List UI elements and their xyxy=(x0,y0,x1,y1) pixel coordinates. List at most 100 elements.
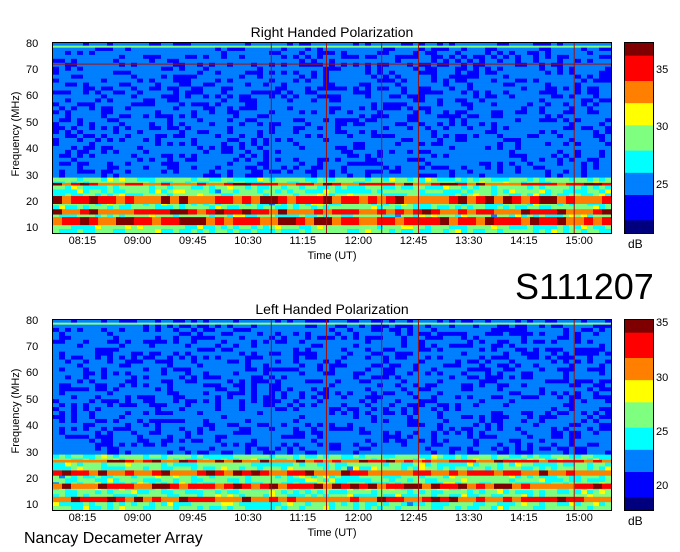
spectrogram-cell xyxy=(89,173,96,178)
spectrogram-cell xyxy=(101,173,108,178)
spectrogram-cell xyxy=(395,118,402,123)
emission-band-segment xyxy=(476,209,486,215)
spectrogram-cell xyxy=(281,94,288,99)
emission-band-segment xyxy=(467,217,477,226)
spectrogram-cell xyxy=(95,114,102,119)
spectrogram-cell xyxy=(257,138,264,143)
spectrogram-cell xyxy=(95,157,102,163)
spectrogram-cell xyxy=(575,62,582,68)
spectrogram-cell xyxy=(179,106,186,111)
spectrogram-cell xyxy=(53,122,60,127)
spectrogram-cell xyxy=(389,189,396,194)
spectrogram-cell xyxy=(269,169,276,174)
spectrogram-cell xyxy=(605,138,611,143)
spectrogram-cell xyxy=(293,141,300,147)
spectrogram-cell xyxy=(125,153,132,159)
spectrogram-cell xyxy=(473,141,480,147)
spectrogram-cell xyxy=(605,205,611,210)
spectrogram-cell xyxy=(95,70,102,75)
spectrogram-cell xyxy=(197,82,204,87)
spectrogram-cell xyxy=(305,106,312,111)
spectrogram-cell xyxy=(497,98,504,103)
spectrogram-cell xyxy=(599,62,606,68)
spectrogram-cell xyxy=(131,82,138,87)
spectrogram-cell xyxy=(275,149,282,155)
spectrogram-cell xyxy=(449,98,456,103)
spectrogram-cell xyxy=(503,177,510,182)
spectrogram-cell xyxy=(353,66,360,72)
emission-band-segment xyxy=(242,217,252,226)
emission-band-segment xyxy=(539,182,549,186)
spectrogram-cell xyxy=(263,169,270,174)
spectrogram-cell xyxy=(335,145,342,151)
emission-band-segment xyxy=(548,217,558,226)
spectrogram-cell xyxy=(119,130,126,135)
spectrogram-cell xyxy=(101,126,108,131)
spectrogram-cell xyxy=(275,189,282,194)
spectrogram-cell xyxy=(83,122,90,127)
spectrogram-cell xyxy=(551,229,558,233)
emission-band-segment xyxy=(152,196,162,204)
spectrogram-cell xyxy=(71,62,78,68)
spectrogram-cell xyxy=(131,70,138,75)
spectrogram-cell xyxy=(137,122,144,127)
spectrogram-cell xyxy=(317,157,324,163)
spectrogram-cell xyxy=(575,114,582,119)
spectrogram-cell xyxy=(497,50,504,56)
spectrogram-cell xyxy=(269,66,276,72)
spectrogram-cell xyxy=(305,134,312,139)
spectrogram-cell xyxy=(239,189,246,194)
emission-band-segment xyxy=(206,209,216,215)
spectrogram-cell xyxy=(425,141,432,147)
spectrogram-cell xyxy=(215,177,222,182)
spectrogram-cell xyxy=(533,161,540,167)
spectrogram-cell xyxy=(509,78,516,83)
spectrogram-cell xyxy=(329,78,336,83)
spectrogram-cell xyxy=(401,130,408,135)
spectrogram-cell xyxy=(191,130,198,135)
spectrogram-cell xyxy=(191,205,198,210)
spectrogram-cell xyxy=(545,66,552,72)
spectrogram-cell xyxy=(395,110,402,115)
spectrogram-cell xyxy=(377,189,384,194)
spectrogram-cell xyxy=(593,145,600,151)
spectrogram-cell xyxy=(227,149,234,155)
spectrogram-cell xyxy=(263,54,270,60)
spectrogram-cell xyxy=(77,54,84,60)
spectrogram-cell xyxy=(389,94,396,99)
spectrogram-cell xyxy=(401,161,408,167)
spectrogram-cell xyxy=(173,50,180,56)
spectrogram-cell xyxy=(185,98,192,103)
spectrogram-cell xyxy=(515,94,522,99)
spectrogram-cell xyxy=(335,149,342,155)
spectrogram-cell xyxy=(113,130,120,135)
spectrogram-cell xyxy=(587,70,594,75)
spectrogram-cell xyxy=(329,165,336,170)
spectrogram-cell xyxy=(53,138,60,143)
spectrogram-cell xyxy=(365,173,372,178)
spectrogram-cell xyxy=(221,165,228,170)
spectrogram-cell xyxy=(425,173,432,178)
spectrogram-cell xyxy=(317,138,324,143)
spectrogram-cell xyxy=(485,50,492,56)
spectrogram-cell xyxy=(521,229,528,233)
spectrogram-cell xyxy=(185,169,192,174)
spectrogram-cell xyxy=(395,78,402,83)
spectrogram-cell xyxy=(101,82,108,87)
spectrogram-cell xyxy=(233,149,240,155)
spectrogram-cell xyxy=(71,343,78,349)
spectrogram-cell xyxy=(155,141,162,147)
spectrogram-cell xyxy=(77,94,84,99)
spectrogram-cell xyxy=(515,173,522,178)
spectrogram-cell xyxy=(131,229,138,233)
spectrogram-cell xyxy=(539,122,546,127)
spectrogram-cell xyxy=(203,94,210,99)
colorbar-segment xyxy=(625,179,653,183)
spectrogram-cell xyxy=(263,122,270,127)
spectrogram-cell xyxy=(59,367,66,372)
spectrogram-cell xyxy=(443,130,450,135)
spectrogram-cell xyxy=(65,339,72,345)
spectrogram-cell xyxy=(245,225,252,230)
spectrogram-cell xyxy=(191,70,198,75)
spectrogram-cell xyxy=(515,86,522,91)
